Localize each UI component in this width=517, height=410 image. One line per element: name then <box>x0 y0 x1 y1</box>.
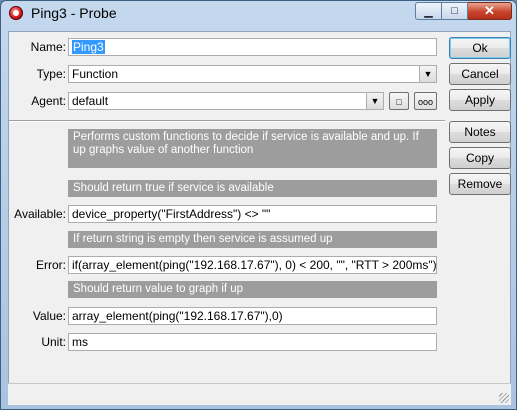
ok-button[interactable]: Ok <box>449 37 511 59</box>
type-label: Type: <box>36 67 66 81</box>
available-label: Available: <box>14 207 66 221</box>
chevron-down-icon[interactable]: ▼ <box>366 93 383 109</box>
error-input[interactable]: if(array_element(ping("192.168.17.67"), … <box>68 256 437 274</box>
close-button[interactable]: ✕ <box>468 2 512 20</box>
agent-edit-button[interactable]: □ <box>389 92 409 110</box>
function-description: Performs custom functions to decide if s… <box>68 129 437 168</box>
probe-dialog: Ping3 - Probe ▁ □ ✕ Name: Ping3 Type: Fu… <box>0 0 517 410</box>
maximize-icon: □ <box>451 5 458 17</box>
window-title: Ping3 - Probe <box>31 5 117 21</box>
type-value: Function <box>72 67 119 81</box>
name-label: Name: <box>30 40 66 54</box>
cancel-button[interactable]: Cancel <box>449 63 511 85</box>
unit-input[interactable]: ms <box>68 333 437 351</box>
title-bar[interactable]: Ping3 - Probe ▁ □ ✕ <box>1 1 516 26</box>
separator <box>9 120 445 122</box>
caption-buttons: ▁ □ ✕ <box>415 2 512 21</box>
agent-label: Agent: <box>31 94 66 108</box>
agent-browse-button[interactable]: ooo <box>414 92 437 110</box>
resize-grip-icon[interactable] <box>499 393 509 403</box>
error-hint: If return string is empty then service i… <box>68 231 437 248</box>
minimize-icon: ▁ <box>424 5 433 18</box>
minimize-button[interactable]: ▁ <box>415 2 442 20</box>
close-icon: ✕ <box>484 3 495 18</box>
probe-icon <box>9 6 23 20</box>
apply-button[interactable]: Apply <box>449 89 511 111</box>
status-bar <box>8 383 511 405</box>
chevron-down-icon[interactable]: ▼ <box>419 66 436 82</box>
value-input[interactable]: array_element(ping("192.168.17.67"),0) <box>68 307 437 325</box>
notes-button[interactable]: Notes <box>449 121 511 143</box>
agent-value: default <box>72 94 109 108</box>
available-hint: Should return true if service is availab… <box>68 180 437 197</box>
maximize-button[interactable]: □ <box>442 2 468 20</box>
available-input[interactable]: device_property("FirstAddress") <> "" <box>68 205 437 223</box>
name-input[interactable]: Ping3 <box>68 38 437 56</box>
error-label: Error: <box>36 258 66 272</box>
name-value: Ping3 <box>72 40 105 54</box>
type-select[interactable]: Function ▼ <box>68 65 437 83</box>
remove-button[interactable]: Remove <box>449 173 511 195</box>
dialog-body: Name: Ping3 Type: Function ▼ Agent: defa… <box>8 31 511 404</box>
agent-select[interactable]: default ▼ <box>68 92 384 110</box>
unit-label: Unit: <box>41 335 66 349</box>
copy-button[interactable]: Copy <box>449 147 511 169</box>
value-label: Value: <box>32 309 66 323</box>
value-hint: Should return value to graph if up <box>68 281 437 298</box>
